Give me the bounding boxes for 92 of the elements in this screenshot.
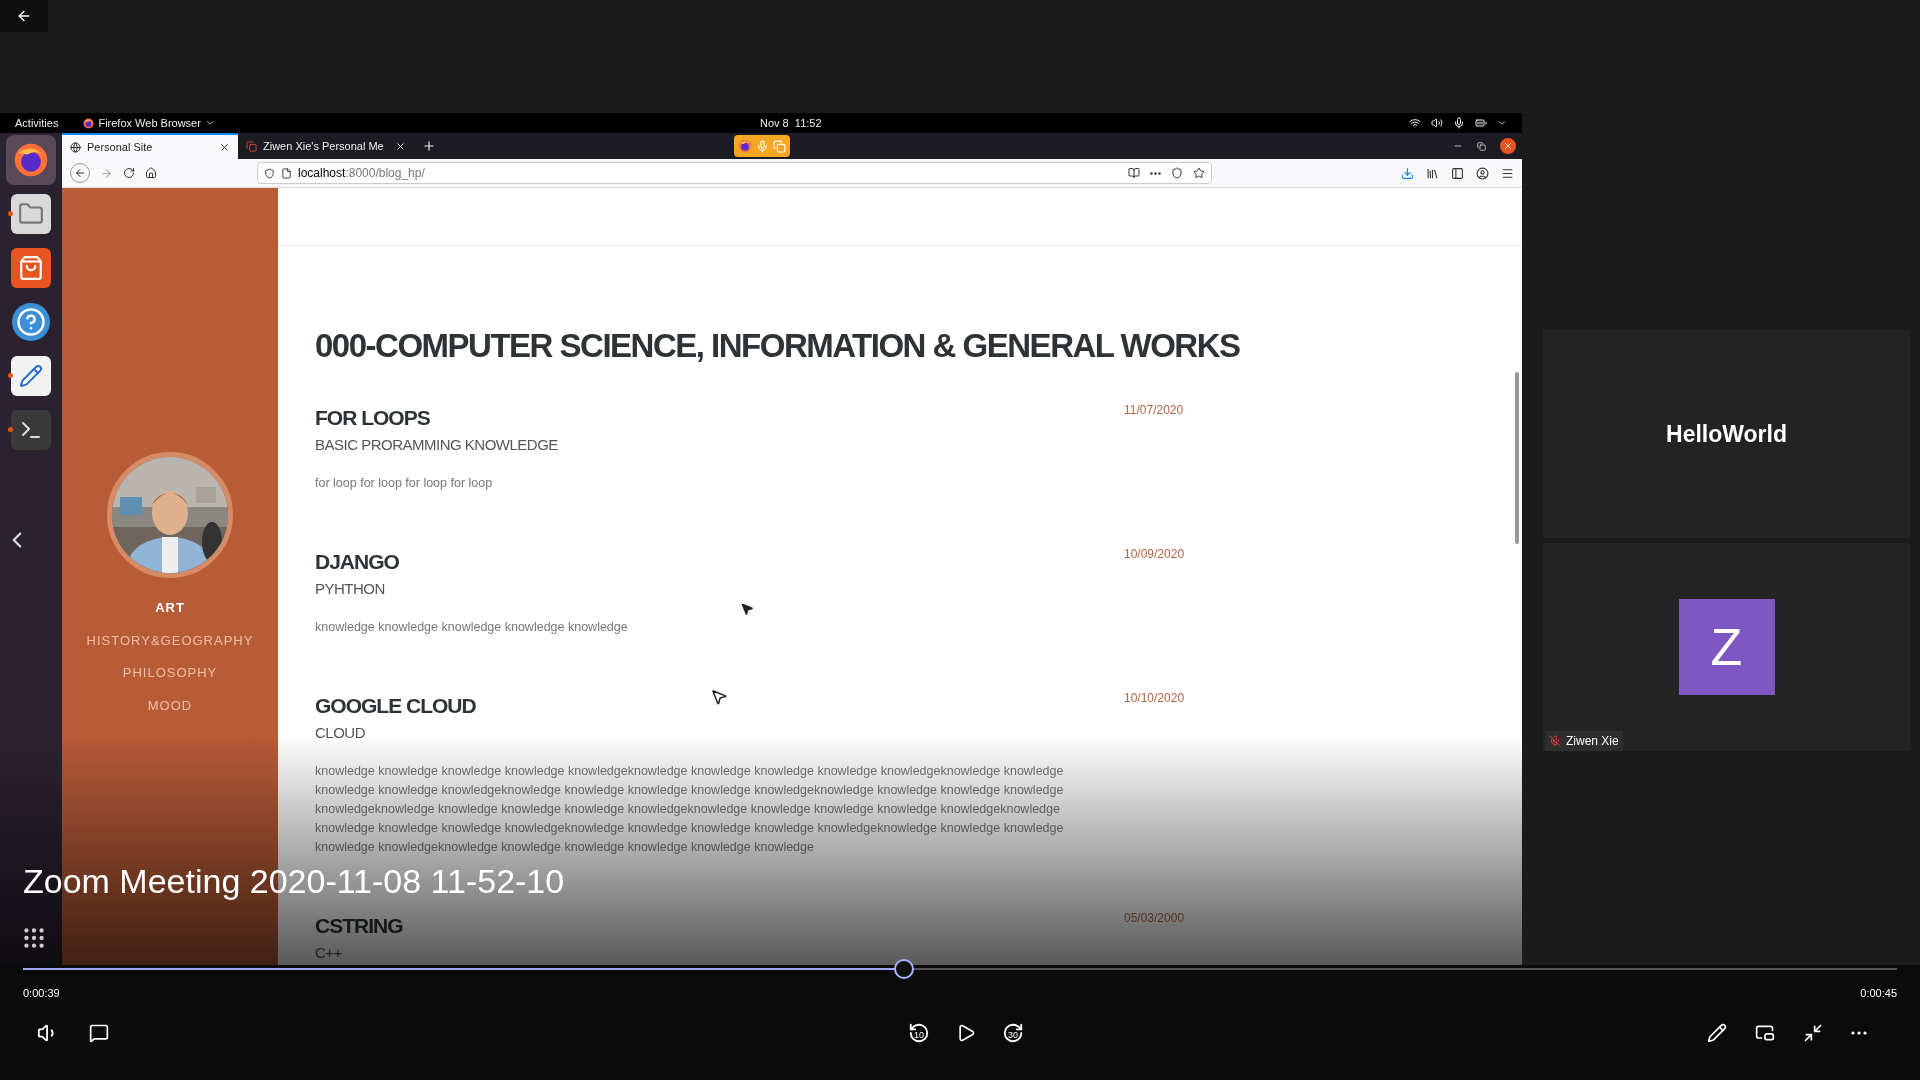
bookmark-icon[interactable]	[1193, 167, 1205, 179]
pencil-icon	[1707, 1022, 1727, 1043]
post-subtitle: PYHTHON	[315, 578, 385, 599]
new-tab-icon[interactable]	[422, 139, 436, 153]
folder-icon	[11, 194, 51, 234]
download-icon[interactable]	[1401, 166, 1414, 180]
fox-logo-icon	[738, 139, 752, 153]
section-heading: 000-COMPUTER SCIENCE, INFORMATION & GENERAL WORKS	[315, 326, 1241, 366]
restore-icon[interactable]	[1477, 141, 1486, 151]
reload-icon[interactable]	[123, 167, 135, 179]
play-button[interactable]	[956, 1022, 976, 1043]
post-body: knowledge knowledge knowledge knowledge knowledge	[315, 618, 628, 636]
pointer-icon	[740, 602, 754, 616]
captions-button[interactable]	[89, 1022, 109, 1043]
microphone-icon	[756, 139, 769, 153]
globe-icon	[70, 141, 81, 153]
close-icon	[1503, 141, 1513, 151]
caret-icon	[204, 118, 215, 128]
shield-icon	[264, 167, 275, 179]
help-icon	[12, 303, 50, 341]
back-arrow-icon	[16, 8, 32, 24]
post-subtitle: CLOUD	[315, 722, 365, 743]
menu-icon[interactable]	[1501, 166, 1514, 180]
progress-track[interactable]	[23, 958, 1897, 980]
post-title[interactable]: FOR LOOPS	[315, 404, 430, 431]
rotate-forward-icon	[1002, 1021, 1024, 1044]
battery-icon[interactable]	[1475, 117, 1487, 129]
post-subtitle: C++	[315, 942, 342, 963]
fox-logo-icon	[83, 117, 95, 129]
microphone-icon[interactable]	[1453, 117, 1465, 129]
reader-icon[interactable]	[1128, 167, 1140, 179]
post-title[interactable]: DJANGO	[315, 548, 399, 575]
pencil-icon	[11, 356, 51, 396]
caret-icon[interactable]	[1497, 118, 1507, 128]
shopping-bag-icon	[11, 248, 51, 288]
overlapping-squares-icon	[773, 139, 786, 153]
close-icon[interactable]	[395, 140, 406, 152]
total-time: 0:00:45	[1860, 986, 1897, 1001]
rotate-back-icon	[908, 1021, 930, 1044]
back-arrow-icon	[74, 167, 86, 179]
page-icon	[281, 167, 292, 179]
skip-back-button[interactable]: 10	[906, 1019, 932, 1046]
progress-thumb[interactable]	[893, 959, 914, 979]
app-menu[interactable]: Firefox Web Browser	[98, 114, 201, 132]
post-date: 10/09/2020	[1124, 545, 1185, 563]
sharing-indicator[interactable]	[734, 135, 790, 157]
sidebar-icon[interactable]	[1451, 166, 1464, 180]
close-icon[interactable]	[219, 141, 230, 153]
participant-name: Ziwen Xie	[1566, 733, 1619, 750]
post-title[interactable]: CSTRING	[315, 912, 403, 939]
overlapping-squares-icon	[246, 140, 257, 152]
fox-logo-icon	[13, 142, 49, 178]
tab-title: Personal Site	[87, 139, 154, 155]
speech-bubble-icon	[89, 1022, 109, 1043]
wifi-icon[interactable]	[1409, 117, 1421, 129]
play-icon	[956, 1022, 976, 1043]
dock-item[interactable]	[6, 135, 56, 185]
back-button[interactable]	[0, 0, 48, 32]
url-field[interactable]: localhost:8000/blog_hp/	[257, 162, 1212, 184]
post-subtitle: BASIC PRORAMMING KNOWLEDGE	[315, 434, 558, 455]
scrollbar[interactable]	[1515, 372, 1519, 544]
close-button[interactable]	[1500, 138, 1516, 154]
home-icon[interactable]	[145, 167, 157, 179]
grid-icon[interactable]	[21, 925, 47, 951]
activities-button[interactable]: Activities	[15, 114, 59, 132]
post-body: for loop for loop for loop for loop	[315, 474, 493, 492]
post-title[interactable]: GOOGLE CLOUD	[315, 692, 476, 719]
nav-link[interactable]: ART	[155, 598, 185, 618]
pointer-icon	[710, 688, 728, 706]
more-icon	[1851, 1030, 1867, 1035]
account-icon[interactable]	[1476, 166, 1489, 180]
browser-tab[interactable]: Ziwen Xie's Personal Me	[238, 133, 414, 159]
post-date: 10/10/2020	[1124, 689, 1185, 707]
post-date: 05/03/2000	[1124, 909, 1185, 927]
url-text: localhost:8000/blog_hp/	[298, 165, 425, 182]
pen-button[interactable]	[1707, 1022, 1727, 1043]
exit-fullscreen-button[interactable]	[1803, 1022, 1823, 1043]
library-icon[interactable]	[1426, 166, 1439, 180]
collapse-icon	[1803, 1022, 1823, 1043]
terminal-icon	[11, 410, 51, 450]
browser-tab[interactable]: Personal Site	[62, 133, 238, 159]
skip-forward-button[interactable]: 30	[1000, 1019, 1026, 1046]
participant-name: HelloWorld	[1666, 419, 1787, 449]
more-icon[interactable]	[1150, 171, 1161, 175]
elapsed-time: 0:00:39	[23, 986, 60, 1001]
avatar: Z	[1678, 599, 1775, 695]
tab-title: Ziwen Xie's Personal Me	[263, 138, 385, 154]
more-button[interactable]	[1851, 1030, 1867, 1035]
volume-icon[interactable]	[1431, 117, 1443, 129]
post-date: 11/07/2020	[1124, 401, 1184, 419]
clock[interactable]: Nov 8 11:52	[760, 114, 822, 132]
post-body: knowledge knowledge knowledge knowledge knowledgeknowledge knowledge knowledge knowledge knowledgeknowledge knowledge knowledge knowledge knowledgeknowledge knowledge knowledge knowledge knowledgeknowledge knowledge knowledge knowledge knowledgeknowledge knowledge knowledge knowledge knowledgeknowledge knowledge knowledge knowledge knowledgeknowledge knowledge knowledge knowledge knowledgeknowledge knowledge knowledge knowledge knowledgeknowledge knowledge knowledge knowledge knowledgeknowledge knowledge knowledge knowledge knowledge knowledge	[315, 762, 1065, 856]
